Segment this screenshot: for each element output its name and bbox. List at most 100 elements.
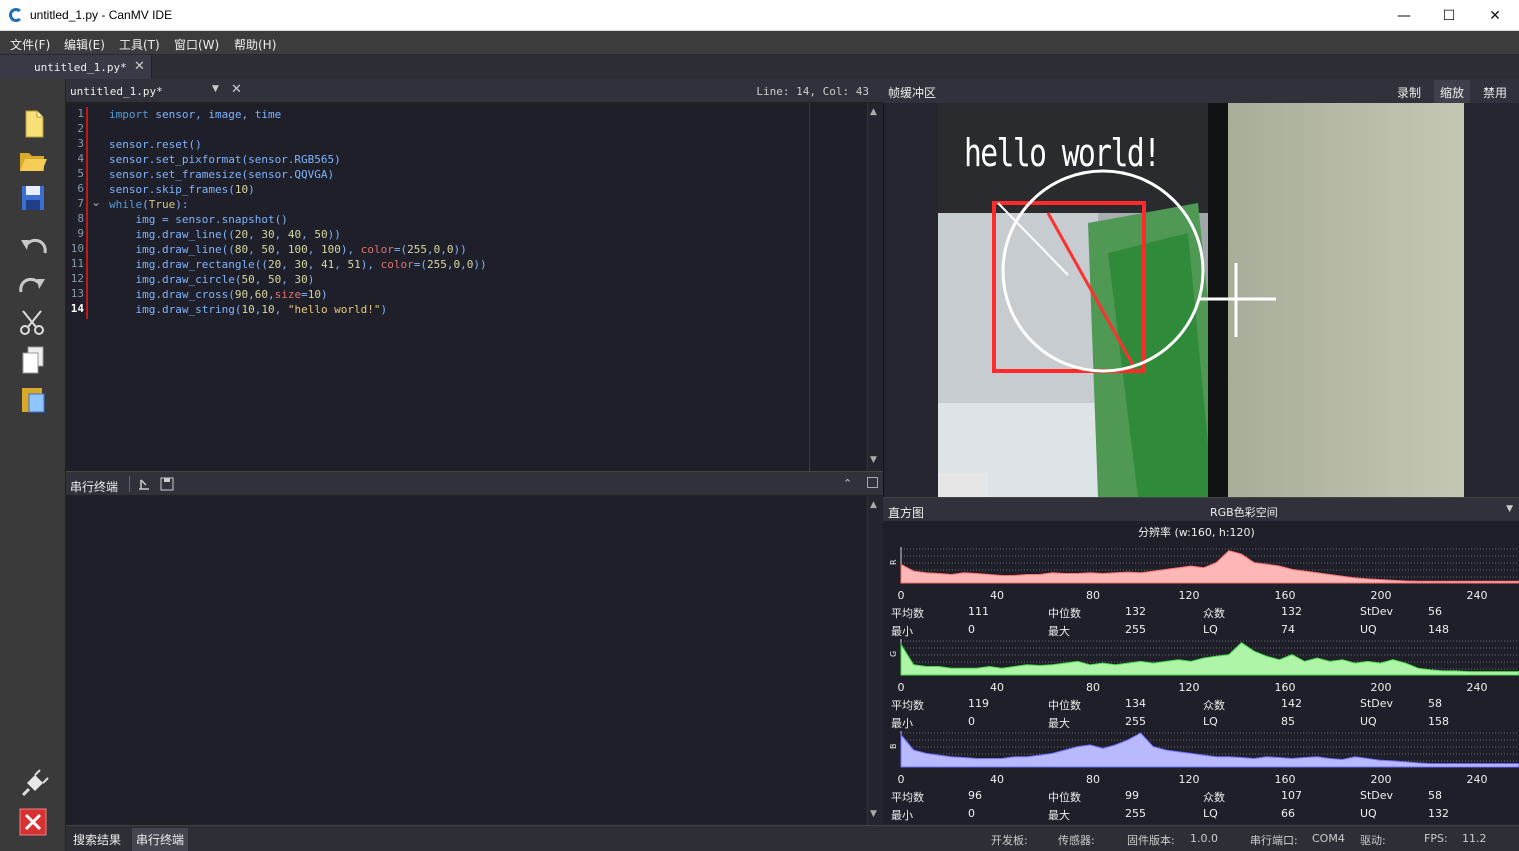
redo-icon[interactable] <box>17 271 49 301</box>
stat-value: 66 <box>1281 807 1295 820</box>
tick-label: 0 <box>898 681 905 694</box>
resolution-label: 分辨率 (w:160, h:120) <box>1138 526 1255 539</box>
fps-label: FPS: <box>1424 832 1448 845</box>
line-number-gutter: 1 2 3 4 5 6 7 8 9 10 11 12 13 14 ⌄ <box>66 103 106 471</box>
stat-value: 119 <box>968 697 989 710</box>
histogram-stats: 平均数 96 中位数 99 众数 107 StDev 58 最小 0 最大 255 LQ 66 UQ 132 <box>883 787 1519 823</box>
stat-label: 中位数 <box>1048 607 1081 620</box>
editor-file-selector[interactable]: untitled_1.py* <box>70 85 163 98</box>
stat-value: 132 <box>1125 605 1146 618</box>
stat-value: 96 <box>968 789 982 802</box>
code-line[interactable]: img.draw_cross(90,60,size=10) <box>109 287 327 302</box>
new-file-icon[interactable] <box>17 109 49 139</box>
code-line[interactable]: while(True): <box>109 197 189 212</box>
editor-scrollbar[interactable]: ▲ ▼ <box>867 103 883 471</box>
tick-label: 200 <box>1371 773 1392 786</box>
open-folder-icon[interactable] <box>17 145 49 175</box>
save-icon[interactable] <box>17 183 49 213</box>
code-line[interactable]: img.draw_string(10,10, "hello world!") <box>109 302 387 317</box>
code-line[interactable]: import sensor, image, time <box>109 107 281 122</box>
cut-icon[interactable] <box>17 308 49 338</box>
code-line[interactable]: sensor.skip_frames(10) <box>109 182 255 197</box>
menu-help[interactable]: 帮助(H) <box>234 36 276 53</box>
frame-buffer-view: hello world! <box>883 103 1519 497</box>
chevron-down-icon[interactable]: ▼ <box>1506 504 1513 514</box>
connect-icon[interactable] <box>17 769 49 799</box>
tab-untitled-1[interactable]: untitled_1.py* ✕ <box>0 55 152 79</box>
frame-buffer-header: 帧缓冲区 录制 缩放 禁用 <box>883 79 1519 103</box>
stat-label: 中位数 <box>1048 791 1081 804</box>
line-number: 9 <box>77 227 84 240</box>
tick-label: 0 <box>898 589 905 602</box>
window-title: untitled_1.py - CanMV IDE <box>30 8 173 22</box>
undo-icon[interactable] <box>17 232 49 262</box>
serial-terminal-output[interactable] <box>66 496 867 826</box>
code-line[interactable]: img.draw_line((80, 50, 100, 100), color=… <box>109 242 466 257</box>
code-line[interactable]: img.draw_circle(50, 50, 30) <box>109 272 314 287</box>
stat-label: 众数 <box>1203 607 1225 620</box>
menu-window[interactable]: 窗口(W) <box>174 36 219 53</box>
tab-serial-terminal[interactable]: 串行终端 <box>132 828 189 851</box>
paste-icon[interactable] <box>17 384 49 414</box>
change-marker <box>86 107 88 319</box>
code-line[interactable]: img.draw_rectangle((20, 30, 41, 51), col… <box>109 257 486 272</box>
stat-value: 58 <box>1428 697 1442 710</box>
tick-label: 120 <box>1179 589 1200 602</box>
zoom-button[interactable]: 缩放 <box>1434 80 1471 103</box>
minimize-button[interactable]: — <box>1381 0 1427 31</box>
copy-icon[interactable] <box>17 345 49 375</box>
canmv-logo-icon <box>9 8 23 22</box>
menu-tools[interactable]: 工具(T) <box>119 36 160 53</box>
tick-label: 80 <box>1086 773 1100 786</box>
stat-value: 107 <box>1281 789 1302 802</box>
code-line[interactable]: sensor.set_pixformat(sensor.RGB565) <box>109 152 341 167</box>
chevron-down-icon[interactable]: ▼ <box>212 84 219 94</box>
save-terminal-icon[interactable] <box>160 477 174 491</box>
tick-label: 200 <box>1371 589 1392 602</box>
fold-chevron-icon[interactable]: ⌄ <box>91 195 101 209</box>
stat-label: 最小 <box>891 809 913 822</box>
code-line[interactable]: img = sensor.snapshot() <box>109 212 287 227</box>
tick-label: 80 <box>1086 589 1100 602</box>
colorspace-selector[interactable]: RGB色彩空间 <box>1210 504 1278 520</box>
code-line[interactable]: img.draw_line((20, 30, 40, 50)) <box>109 227 340 242</box>
close-editor-icon[interactable]: ✕ <box>231 82 242 97</box>
collapse-up-icon[interactable]: ⌃ <box>843 477 852 490</box>
stat-label: 众数 <box>1203 791 1225 804</box>
editor-header: untitled_1.py* ▼ ✕ Line: 14, Col: 43 <box>66 79 883 103</box>
close-window-button[interactable]: ✕ <box>1472 0 1518 31</box>
histogram-area <box>900 732 1519 768</box>
tab-search-results[interactable]: 搜索结果 <box>73 831 121 848</box>
tick-label: 80 <box>1086 681 1100 694</box>
maximize-pane-icon[interactable] <box>867 477 878 488</box>
firmware-label: 固件版本: <box>1127 834 1175 847</box>
terminal-scrollbar[interactable]: ▲ ▼ <box>867 496 883 825</box>
divider <box>129 476 130 492</box>
tick-label: 120 <box>1179 681 1200 694</box>
line-number: 8 <box>77 212 84 225</box>
scroll-up-icon[interactable]: ▲ <box>870 500 877 510</box>
stat-label: StDev <box>1360 789 1394 802</box>
stat-value: 56 <box>1428 605 1442 618</box>
code-line[interactable]: sensor.reset() <box>109 137 202 152</box>
stop-icon[interactable] <box>17 807 49 837</box>
disable-button[interactable]: 禁用 <box>1483 84 1507 101</box>
document-tab-bar: untitled_1.py* ✕ <box>0 55 1519 79</box>
maximize-button[interactable]: ☐ <box>1426 0 1472 31</box>
port-value: COM4 <box>1312 832 1345 845</box>
stat-label: LQ <box>1203 807 1218 820</box>
title-bar: untitled_1.py - CanMV IDE — ☐ ✕ <box>0 0 1519 31</box>
menu-file[interactable]: 文件(F) <box>10 36 50 53</box>
firmware-value: 1.0.0 <box>1190 832 1218 845</box>
clear-terminal-icon[interactable] <box>137 477 151 491</box>
scroll-down-icon[interactable]: ▼ <box>870 455 877 465</box>
scroll-up-icon[interactable]: ▲ <box>870 107 877 117</box>
scroll-down-icon[interactable]: ▼ <box>870 809 877 819</box>
code-line[interactable]: sensor.set_framesize(sensor.QQVGA) <box>109 167 334 182</box>
tab-close-icon[interactable]: ✕ <box>134 59 145 74</box>
menu-edit[interactable]: 编辑(E) <box>64 36 105 53</box>
stat-value: 99 <box>1125 789 1139 802</box>
line-number: 5 <box>77 167 84 180</box>
code-editor[interactable]: import sensor, image, time sensor.reset()… <box>106 103 809 471</box>
record-button[interactable]: 录制 <box>1397 84 1421 101</box>
